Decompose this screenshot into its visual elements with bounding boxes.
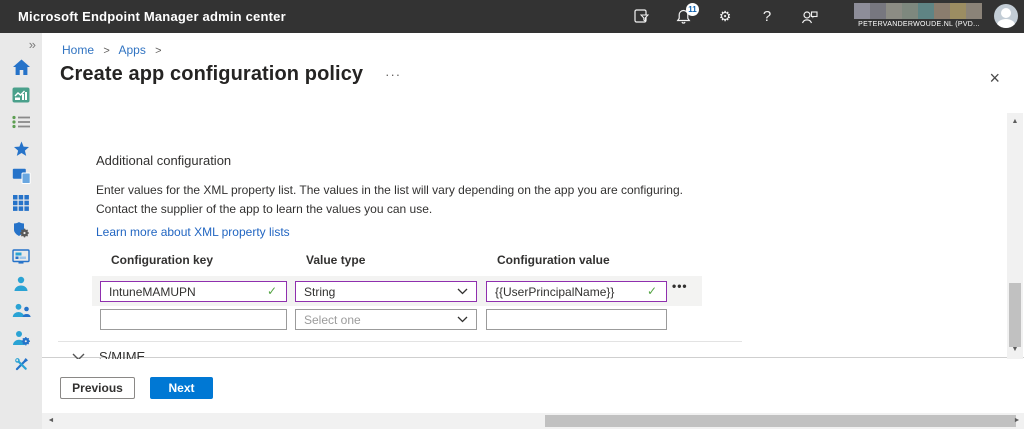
scroll-up-icon[interactable]: ▲ (1007, 115, 1023, 129)
breadcrumb-separator: > (155, 45, 162, 57)
account-menu[interactable]: PETERVANDERWOUDE.NL (PVD... (854, 3, 984, 28)
title-more-icon[interactable]: ··· (385, 67, 401, 82)
page-title: Create app configuration policy (60, 63, 364, 85)
top-bar: Microsoft Endpoint Manager admin center … (0, 0, 1024, 33)
configuration-key-input-1[interactable] (100, 281, 287, 302)
reports-monitor-icon (12, 248, 30, 264)
scroll-right-icon[interactable]: ► (1010, 413, 1024, 429)
valid-check-icon: ✓ (267, 284, 278, 298)
user-gear-icon (13, 330, 30, 345)
form-scroll-region: Additional configuration Enter values fo… (42, 113, 1024, 374)
value-type-placeholder: Select one (304, 312, 361, 327)
devices-icon (12, 168, 31, 184)
value-type-dropdown-1[interactable]: String (295, 281, 477, 302)
gear-icon[interactable]: ⚙ (716, 8, 734, 26)
sidebar-item-endpoint-security[interactable] (0, 216, 42, 243)
configuration-key-input-2[interactable] (100, 309, 287, 330)
avatar[interactable] (994, 4, 1018, 28)
tools-icon (14, 357, 28, 371)
footer-bar: Previous Next (42, 359, 1024, 413)
feedback-icon[interactable] (800, 8, 818, 26)
previous-button[interactable]: Previous (60, 377, 135, 399)
sidebar-item-all-services[interactable] (0, 108, 42, 135)
column-header-configuration-value: Configuration value (497, 253, 610, 267)
valid-check-icon: ✓ (647, 284, 658, 298)
close-icon[interactable]: × (989, 69, 1000, 87)
breadcrumb: Home > Apps > (62, 43, 168, 57)
horizontal-scrollbar-thumb[interactable] (545, 415, 1016, 427)
account-name: PETERVANDERWOUDE.NL (PVD... (858, 21, 980, 28)
topbar-icons: 11 ⚙ ? (632, 0, 818, 33)
breadcrumb-home[interactable]: Home (62, 43, 94, 57)
divider (58, 341, 742, 342)
sidebar-item-tenant-administration[interactable] (0, 324, 42, 351)
scroll-left-icon[interactable]: ◄ (44, 413, 58, 429)
section-heading: Additional configuration (96, 153, 232, 168)
home-icon (12, 59, 30, 75)
help-icon[interactable]: ? (758, 8, 776, 26)
sidebar-item-devices[interactable] (0, 162, 42, 189)
sidebar-expand-icon[interactable]: » (29, 37, 36, 52)
list-icon (12, 115, 30, 128)
next-button[interactable]: Next (150, 377, 213, 399)
user-icon (14, 276, 28, 291)
sidebar-item-apps[interactable] (0, 189, 42, 216)
value-type-dropdown-2[interactable]: Select one (295, 309, 477, 330)
breadcrumb-apps[interactable]: Apps (118, 43, 145, 57)
vertical-scrollbar-thumb[interactable] (1009, 283, 1021, 347)
sidebar-item-users[interactable] (0, 270, 42, 297)
section-description: Enter values for the XML property list. … (96, 183, 683, 217)
value-type-selected: String (304, 284, 336, 299)
sidebar: » (0, 33, 42, 429)
directory-filter-icon[interactable] (632, 8, 650, 26)
configuration-value-input-2[interactable] (486, 309, 667, 330)
vertical-scrollbar[interactable]: ▲ ▼ (1007, 113, 1023, 359)
screen: Microsoft Endpoint Manager admin center … (0, 0, 1024, 429)
sidebar-item-favorites[interactable] (0, 135, 42, 162)
breadcrumb-separator: > (103, 45, 110, 57)
star-icon (13, 141, 29, 156)
dashboard-icon (12, 87, 30, 102)
shield-gear-icon (14, 222, 29, 238)
app-title: Microsoft Endpoint Manager admin center (18, 9, 286, 24)
column-header-value-type: Value type (306, 253, 366, 267)
sidebar-item-home[interactable] (0, 54, 42, 81)
notifications-bell-icon[interactable]: 11 (674, 2, 699, 26)
notification-badge: 11 (686, 2, 699, 16)
scroll-down-icon[interactable]: ▼ (1007, 343, 1023, 357)
chevron-down-icon (457, 316, 468, 323)
account-privacy-block (854, 3, 984, 19)
sidebar-item-dashboard[interactable] (0, 81, 42, 108)
content-pane: Home > Apps > Create app configuration p… (42, 33, 1024, 429)
sidebar-item-troubleshooting-support[interactable] (0, 351, 42, 378)
group-icon (12, 303, 31, 317)
configuration-value-input-1[interactable] (486, 281, 667, 302)
chevron-down-icon (457, 288, 468, 295)
sidebar-item-groups[interactable] (0, 297, 42, 324)
row-options-icon[interactable]: ••• (672, 279, 688, 293)
column-header-configuration-key: Configuration key (111, 253, 214, 267)
sidebar-item-reports[interactable] (0, 243, 42, 270)
learn-more-link[interactable]: Learn more about XML property lists (96, 225, 290, 239)
apps-grid-icon (13, 194, 29, 211)
horizontal-scrollbar[interactable]: ◄ ► (42, 413, 1024, 429)
